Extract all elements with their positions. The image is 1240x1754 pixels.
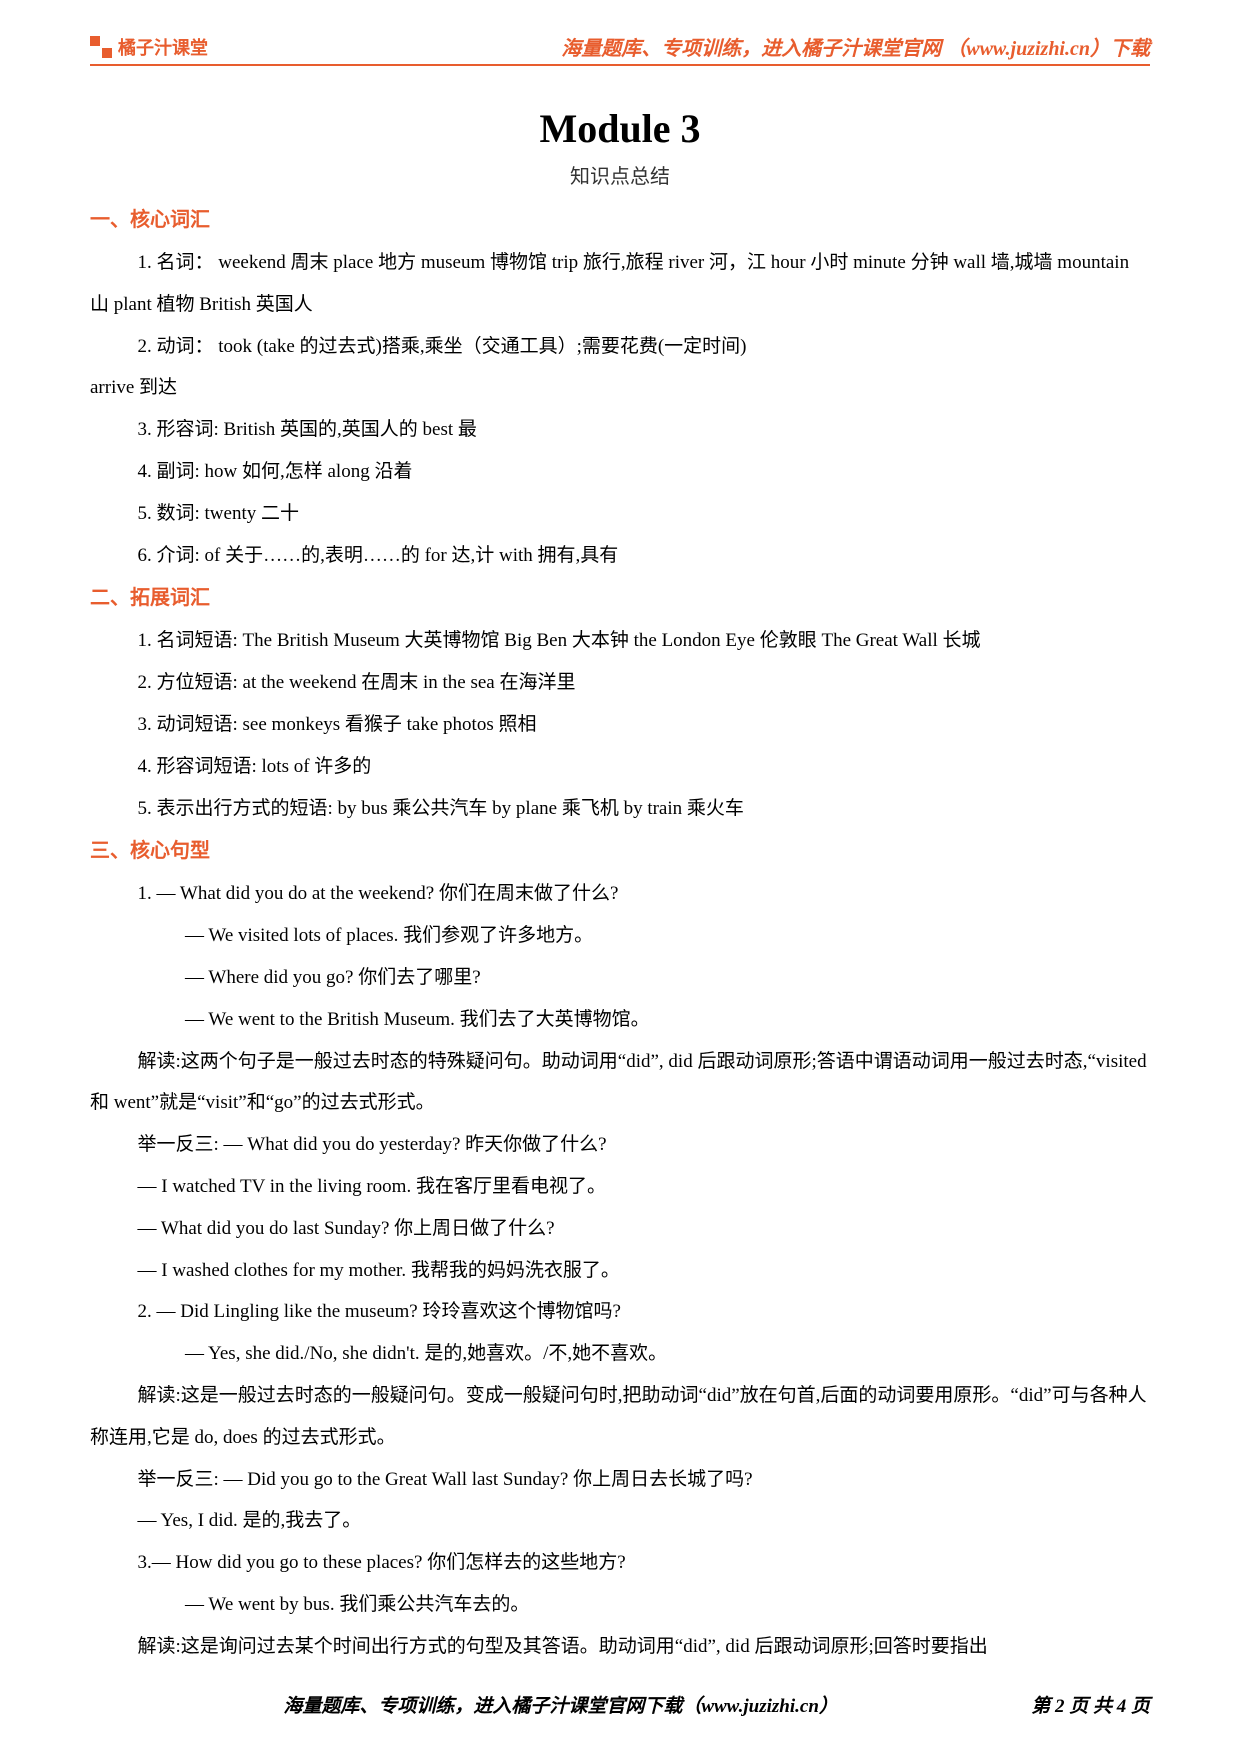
page-number: 第 2 页 共 4 页	[1031, 1691, 1150, 1718]
page-footer: 海量题库、专项训练，进入橘子汁课堂官网下载（www.juzizhi.cn） 第 …	[90, 1691, 1150, 1718]
header-divider	[90, 64, 1150, 66]
text: 1. 名词短语: The British Museum 大英博物馆 Big Be…	[138, 630, 981, 651]
body-line: — We went to the British Museum. 我们去了大英博…	[90, 999, 1150, 1041]
body-line: 1. 名词： weekend 周末 place 地方 museum 博物馆 tr…	[90, 242, 1150, 326]
page-subtitle: 知识点总结	[0, 160, 1240, 189]
page-title: Module 3	[0, 105, 1240, 152]
body-line: 2. 动词： took (take 的过去式)搭乘,乘坐（交通工具）;需要花费(…	[90, 326, 1150, 368]
body-line: — Yes, she did./No, she didn't. 是的,她喜欢。/…	[90, 1333, 1150, 1375]
brand-logo: 橘子汁课堂	[90, 34, 208, 60]
body-line: — Where did you go? 你们去了哪里?	[90, 957, 1150, 999]
body-line: 5. 表示出行方式的短语: by bus 乘公共汽车 by plane 乘飞机 …	[90, 788, 1150, 830]
section-heading-3: 三、核心句型	[90, 829, 1150, 873]
document-body: 一、核心词汇 1. 名词： weekend 周末 place 地方 museum…	[90, 198, 1150, 1668]
body-line: 解读:这是一般过去时态的一般疑问句。变成一般疑问句时,把助动词“did”放在句首…	[90, 1375, 1150, 1459]
body-line: — What did you do last Sunday? 你上周日做了什么?	[90, 1208, 1150, 1250]
section-heading-2: 二、拓展词汇	[90, 576, 1150, 620]
body-line: 4. 副词: how 如何,怎样 along 沿着	[90, 451, 1150, 493]
body-line: 3.— How did you go to these places? 你们怎样…	[90, 1542, 1150, 1584]
header-promo-text: 海量题库、专项训练，进入橘子汁课堂官网 （www.juzizhi.cn）下载	[561, 32, 1150, 61]
body-line: 解读:这两个句子是一般过去时态的特殊疑问句。助动词用“did”, did 后跟动…	[90, 1041, 1150, 1125]
footer-promo-text: 海量题库、专项训练，进入橘子汁课堂官网下载（www.juzizhi.cn）	[90, 1691, 1031, 1718]
body-line: arrive 到达	[90, 367, 1150, 409]
body-line: 3. 形容词: British 英国的,英国人的 best 最	[90, 409, 1150, 451]
body-line: 1. 名词短语: The British Museum 大英博物馆 Big Be…	[90, 620, 1150, 662]
logo-text: 橘子汁课堂	[118, 34, 208, 60]
text: 解读:这是一般过去时态的一般疑问句。变成一般疑问句时,把助动词“did”放在句首…	[90, 1385, 1147, 1448]
body-line: 5. 数词: twenty 二十	[90, 493, 1150, 535]
body-line: — We went by bus. 我们乘公共汽车去的。	[90, 1584, 1150, 1626]
section-heading-1: 一、核心词汇	[90, 198, 1150, 242]
body-line: 2. 方位短语: at the weekend 在周末 in the sea 在…	[90, 662, 1150, 704]
text: 解读:这两个句子是一般过去时态的特殊疑问句。助动词用“did”, did 后跟动…	[90, 1051, 1147, 1114]
body-line: 6. 介词: of 关于……的,表明……的 for 达,计 with 拥有,具有	[90, 535, 1150, 577]
body-line: — I watched TV in the living room. 我在客厅里…	[90, 1166, 1150, 1208]
page-header: 橘子汁课堂 海量题库、专项训练，进入橘子汁课堂官网 （www.juzizhi.c…	[0, 32, 1240, 61]
body-line: — We visited lots of places. 我们参观了许多地方。	[90, 915, 1150, 957]
text: 1. 名词： weekend 周末 place 地方 museum 博物馆 tr…	[90, 252, 1129, 315]
body-line: 举一反三: — Did you go to the Great Wall las…	[90, 1459, 1150, 1501]
body-line: — Yes, I did. 是的,我去了。	[90, 1500, 1150, 1542]
body-line: — I washed clothes for my mother. 我帮我的妈妈…	[90, 1250, 1150, 1292]
body-line: 解读:这是询问过去某个时间出行方式的句型及其答语。助动词用“did”, did …	[90, 1626, 1150, 1668]
body-line: 2. — Did Lingling like the museum? 玲玲喜欢这…	[90, 1291, 1150, 1333]
body-line: 4. 形容词短语: lots of 许多的	[90, 746, 1150, 788]
body-line: 举一反三: — What did you do yesterday? 昨天你做了…	[90, 1124, 1150, 1166]
body-line: 3. 动词短语: see monkeys 看猴子 take photos 照相	[90, 704, 1150, 746]
logo-icon	[90, 36, 112, 58]
body-line: 1. — What did you do at the weekend? 你们在…	[90, 873, 1150, 915]
